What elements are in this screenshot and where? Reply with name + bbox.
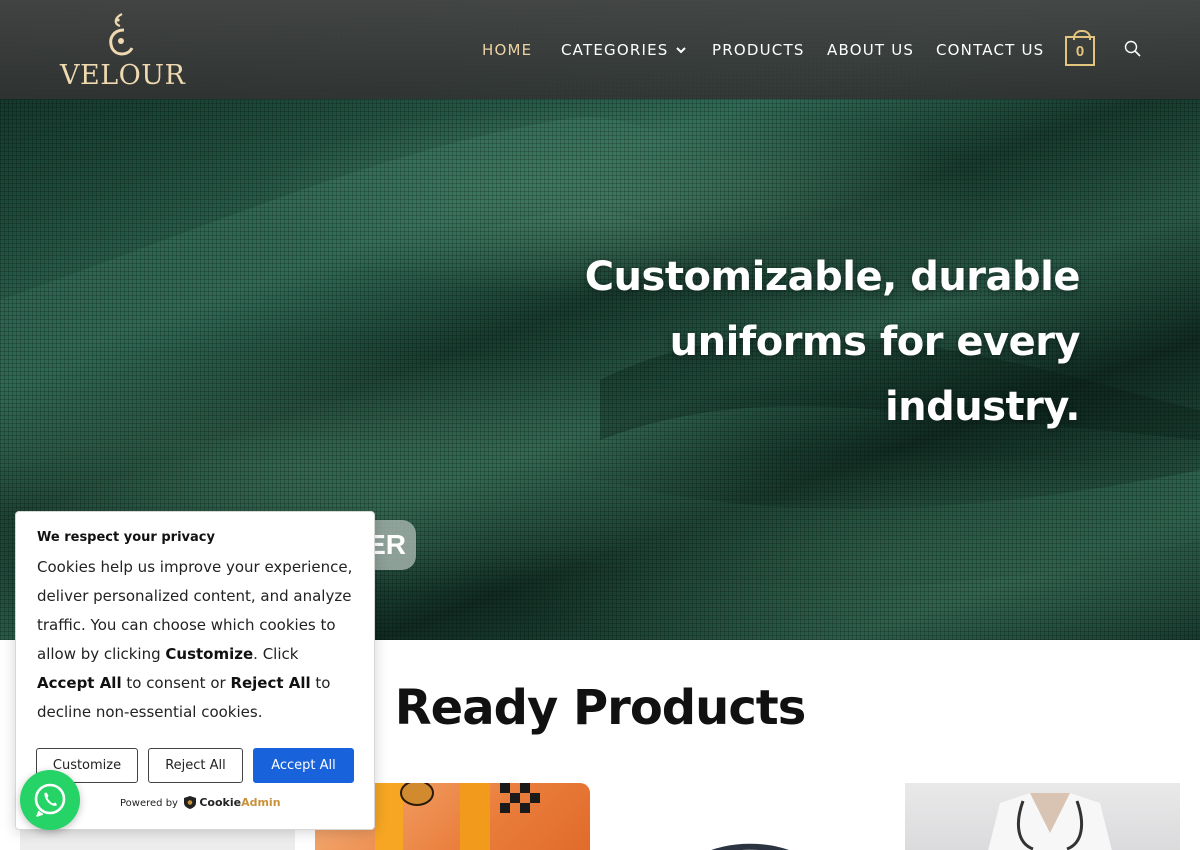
whatsapp-icon	[34, 783, 66, 817]
velour-logo-mark-icon	[109, 13, 134, 56]
cookie-description: Cookies help us improve your experience,…	[37, 553, 357, 727]
nav-contact[interactable]: CONTACT US	[936, 40, 1044, 60]
cookie-text-bold: Customize	[165, 645, 254, 663]
whatsapp-chat-button[interactable]	[20, 770, 80, 830]
cookie-text-bold: Accept All	[37, 674, 122, 692]
nav-categories-label: CATEGORIES	[561, 41, 669, 59]
nav-categories[interactable]: CATEGORIES	[561, 40, 686, 60]
cookie-text-bold: Reject All	[230, 674, 311, 692]
powered-by-label: Powered by	[120, 798, 178, 809]
hero-headline: Customizable, durable uniforms for every…	[584, 254, 1081, 430]
product-image	[711, 843, 789, 850]
nav-products[interactable]: PRODUCTS	[712, 40, 805, 60]
brand-name: VELOUR	[60, 60, 186, 91]
cart-count: 0	[1075, 43, 1085, 60]
cookie-title: We respect your privacy	[37, 530, 215, 545]
cookieadmin-wordmark-a: Cookie	[199, 796, 242, 809]
nav-home[interactable]: HOME	[482, 40, 532, 60]
cookieadmin-logo-icon	[184, 796, 197, 809]
logo[interactable]: VELOUR	[60, 8, 186, 93]
cart-button[interactable]: 0	[1065, 30, 1095, 66]
cookie-text: . Click	[253, 645, 299, 663]
powered-by[interactable]: Powered by CookieAdmin	[120, 796, 281, 811]
cookie-text: to consent or	[121, 674, 231, 692]
product-card[interactable]	[905, 783, 1180, 850]
site-header: VELOUR HOME CATEGORIES PRODUCTS ABOUT US…	[0, 0, 1200, 99]
product-image	[988, 793, 1112, 850]
cookieadmin-wordmark-b: Admin	[241, 796, 281, 809]
search-icon[interactable]	[1124, 40, 1142, 58]
product-card[interactable]	[610, 783, 885, 850]
chevron-down-icon	[675, 47, 686, 54]
cookieadmin-wordmark: CookieAdmin	[199, 796, 280, 809]
cookie-accept-all-button[interactable]: Accept All	[253, 748, 354, 783]
nav-about[interactable]: ABOUT US	[827, 40, 914, 60]
cookie-reject-all-button[interactable]: Reject All	[148, 748, 243, 783]
